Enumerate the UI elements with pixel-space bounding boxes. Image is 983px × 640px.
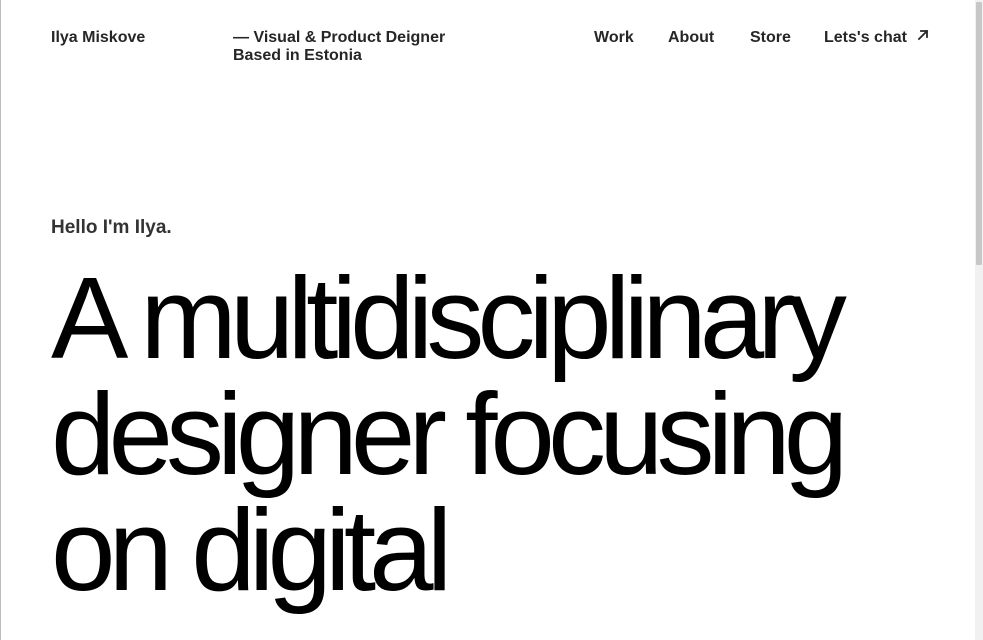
scrollbar-thumb[interactable]: [976, 2, 982, 265]
site-brand-link[interactable]: Ilya Miskove: [51, 29, 145, 47]
hero-headline-line: on digital: [51, 485, 452, 615]
nav-store-link[interactable]: Store: [750, 29, 791, 47]
nav-chat-link[interactable]: Lets's chat: [824, 29, 929, 47]
page-viewport: Ilya Miskove — Visual & Product Deigner …: [0, 0, 975, 640]
hero-headline-line: A multidisciplinary: [51, 253, 847, 383]
vertical-scrollbar[interactable]: [975, 0, 983, 640]
tagline-location: Based in Estonia: [233, 47, 362, 64]
site-tagline: — Visual & Product Deigner Based in Esto…: [233, 29, 445, 65]
tagline-role: — Visual & Product Deigner: [233, 29, 446, 46]
nav-work-link[interactable]: Work: [594, 29, 634, 47]
nav-about-link[interactable]: About: [668, 29, 714, 47]
nav-chat-label: Lets's chat: [824, 29, 907, 46]
arrow-up-right-icon: [918, 29, 929, 41]
hero-intro: Hello I'm Ilya.: [51, 217, 172, 238]
hero-headline-line: designer focusing: [51, 369, 848, 499]
hero-headline: A multidisciplinary designer focusing on…: [51, 260, 931, 608]
